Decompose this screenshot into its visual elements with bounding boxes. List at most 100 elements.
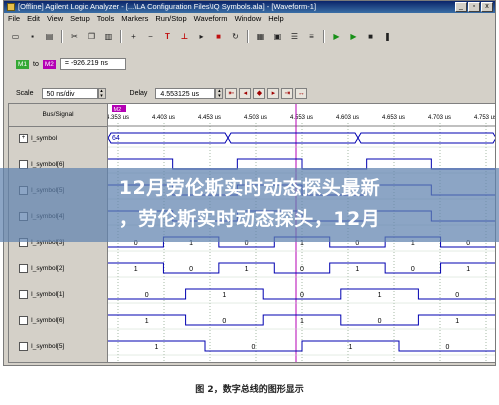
zoom-in-icon[interactable]: +	[126, 29, 141, 44]
signal-icon	[19, 290, 28, 299]
menu-view[interactable]: View	[47, 13, 63, 25]
time-tick-label: 4.703 us	[428, 115, 451, 121]
group-icon[interactable]: ▣	[270, 29, 285, 44]
scale-spinner[interactable]: ▴ ▾	[97, 87, 106, 99]
find-icon[interactable]: T	[160, 29, 175, 44]
signal-value-label: 0	[378, 318, 382, 325]
paste-icon[interactable]: ▥	[101, 29, 116, 44]
figure-caption: 图 2，数字总线的图形显示	[195, 385, 304, 395]
stop-square-icon[interactable]: ■	[363, 29, 378, 44]
signal-value-label: 1	[455, 318, 459, 325]
signal-value-label: 1	[300, 318, 304, 325]
go-last-icon[interactable]: ⇥	[281, 87, 294, 99]
signal-trace	[108, 340, 495, 352]
play-icon[interactable]: ▶	[329, 29, 344, 44]
expand-icon[interactable]: +	[19, 134, 28, 143]
signal-name: I_symbol[1]	[31, 291, 65, 298]
marker-icon[interactable]: ⊥	[177, 29, 192, 44]
grid-icon[interactable]: ▦	[253, 29, 268, 44]
signal-name: I_symbol[6]	[31, 317, 65, 324]
signal-icon	[19, 264, 28, 273]
signal-value-label: 1	[466, 266, 470, 273]
time-tick-label: 4.353 us	[108, 115, 129, 121]
maximize-button[interactable]: ▫	[468, 2, 480, 12]
signal-value-label: 1	[378, 292, 382, 299]
run-icon[interactable]: ▸	[194, 29, 209, 44]
signal-row[interactable]: I_symbol[6]	[9, 313, 107, 328]
zoom-fit-icon[interactable]: ↔	[295, 87, 308, 99]
scale-delay-bar: Scale 50 ns/div ▴ ▾ Delay 4.553125 us ▴ ▾ …	[4, 85, 495, 101]
open-icon[interactable]: ▭	[8, 29, 23, 44]
bus-segment	[227, 132, 359, 144]
minimize-button[interactable]: _	[455, 2, 467, 12]
signal-value-label: 0	[300, 266, 304, 273]
signal-value-label: 0	[411, 266, 415, 273]
menu-setup[interactable]: Setup	[70, 13, 90, 25]
run-repeat-icon[interactable]: ↻	[228, 29, 243, 44]
headline-overlay: 12月劳伦斯实时动态探头最新 ，劳伦斯实时动态探头，12月	[0, 168, 499, 242]
signal-value-label: 0	[455, 292, 459, 299]
close-button[interactable]: x	[481, 2, 493, 12]
signal-name: I_symbol[2]	[31, 265, 65, 272]
signal-icon	[19, 342, 28, 351]
signal-name: I_symbol	[31, 135, 58, 142]
stop-icon[interactable]: ■	[211, 29, 226, 44]
signal-row[interactable]: + I_symbol	[9, 131, 107, 146]
menu-markers[interactable]: Markers	[121, 13, 148, 25]
menu-waveform[interactable]: Waveform	[194, 13, 228, 25]
marker-m2-tag-label: M2	[114, 107, 122, 113]
headline-line-1: 12月劳伦斯实时动态探头最新	[118, 177, 381, 199]
save-icon[interactable]: ▪	[25, 29, 40, 44]
signal-value-label: 0	[222, 318, 226, 325]
title-bar: [Offline] Agilent Logic Analyzer - [...\…	[4, 1, 495, 13]
signal-value-label: 1	[355, 266, 359, 273]
go-next-icon[interactable]: ▸	[267, 87, 280, 99]
signal-header: Bus/Signal	[9, 104, 107, 127]
menu-help[interactable]: Help	[268, 13, 283, 25]
copy-icon[interactable]: ❐	[84, 29, 99, 44]
zoom-out-icon[interactable]: −	[143, 29, 158, 44]
signal-row[interactable]: I_symbol[5]	[9, 339, 107, 354]
delay-label: Delay	[129, 89, 148, 97]
time-tick-label: 4.503 us	[244, 115, 267, 121]
go-prev-icon[interactable]: ◂	[239, 87, 252, 99]
bus-value: 64	[112, 135, 120, 142]
signal-value-label: 1	[145, 318, 149, 325]
trace-icon[interactable]: ≡	[304, 29, 319, 44]
toolbar-divider	[247, 29, 249, 43]
print-icon[interactable]: ▤	[42, 29, 57, 44]
list-icon[interactable]: ☰	[287, 29, 302, 44]
cut-icon[interactable]: ✂	[67, 29, 82, 44]
menu-edit[interactable]: Edit	[27, 13, 40, 25]
menu-window[interactable]: Window	[235, 13, 262, 25]
delay-spinner[interactable]: ▴ ▾	[215, 87, 224, 99]
main-toolbar: ▭ ▪ ▤ ✂ ❐ ▥ + − T ⊥ ▸ ■ ↻ ▦ ▣ ☰ ≡ ▶ ▶ ■ …	[4, 27, 495, 45]
signal-row[interactable]: I_symbol[1]	[9, 287, 107, 302]
menu-tools[interactable]: Tools	[97, 13, 115, 25]
signal-value-label: 0	[189, 266, 193, 273]
signal-row[interactable]: I_symbol[2]	[9, 261, 107, 276]
marker-m1-chip[interactable]: M1	[16, 59, 30, 69]
signal-value-label: 0	[300, 292, 304, 299]
headline-line-2: ，劳伦斯实时动态探头，12月	[118, 208, 381, 230]
marker-delta-value: = -926.219 ns	[59, 58, 126, 70]
marker-to-label: to	[33, 60, 39, 68]
play-repeat-icon[interactable]: ▶	[346, 29, 361, 44]
signal-icon	[19, 316, 28, 325]
delay-input[interactable]: 4.553125 us	[155, 87, 216, 99]
go-marker-icon[interactable]: ◆	[253, 87, 266, 99]
signal-value-label: 0	[145, 292, 149, 299]
scale-input[interactable]: 50 ns/div	[41, 87, 98, 99]
menu-file[interactable]: File	[8, 13, 20, 25]
menu-run-stop[interactable]: Run/Stop	[155, 13, 186, 25]
go-first-icon[interactable]: ⇤	[225, 87, 238, 99]
pause-icon[interactable]: ❚	[380, 29, 395, 44]
signal-value-label: 1	[134, 266, 138, 273]
menu-bar: File Edit View Setup Tools Markers Run/S…	[4, 13, 495, 25]
signal-value-label: 1	[349, 344, 353, 351]
marker-measurement-bar: M1 to M2 = -926.219 ns	[4, 56, 495, 72]
toolbar-divider	[120, 29, 122, 43]
bus-segment	[357, 132, 495, 144]
time-tick-label: 4.753 us	[474, 115, 496, 121]
marker-m2-chip[interactable]: M2	[42, 59, 56, 69]
